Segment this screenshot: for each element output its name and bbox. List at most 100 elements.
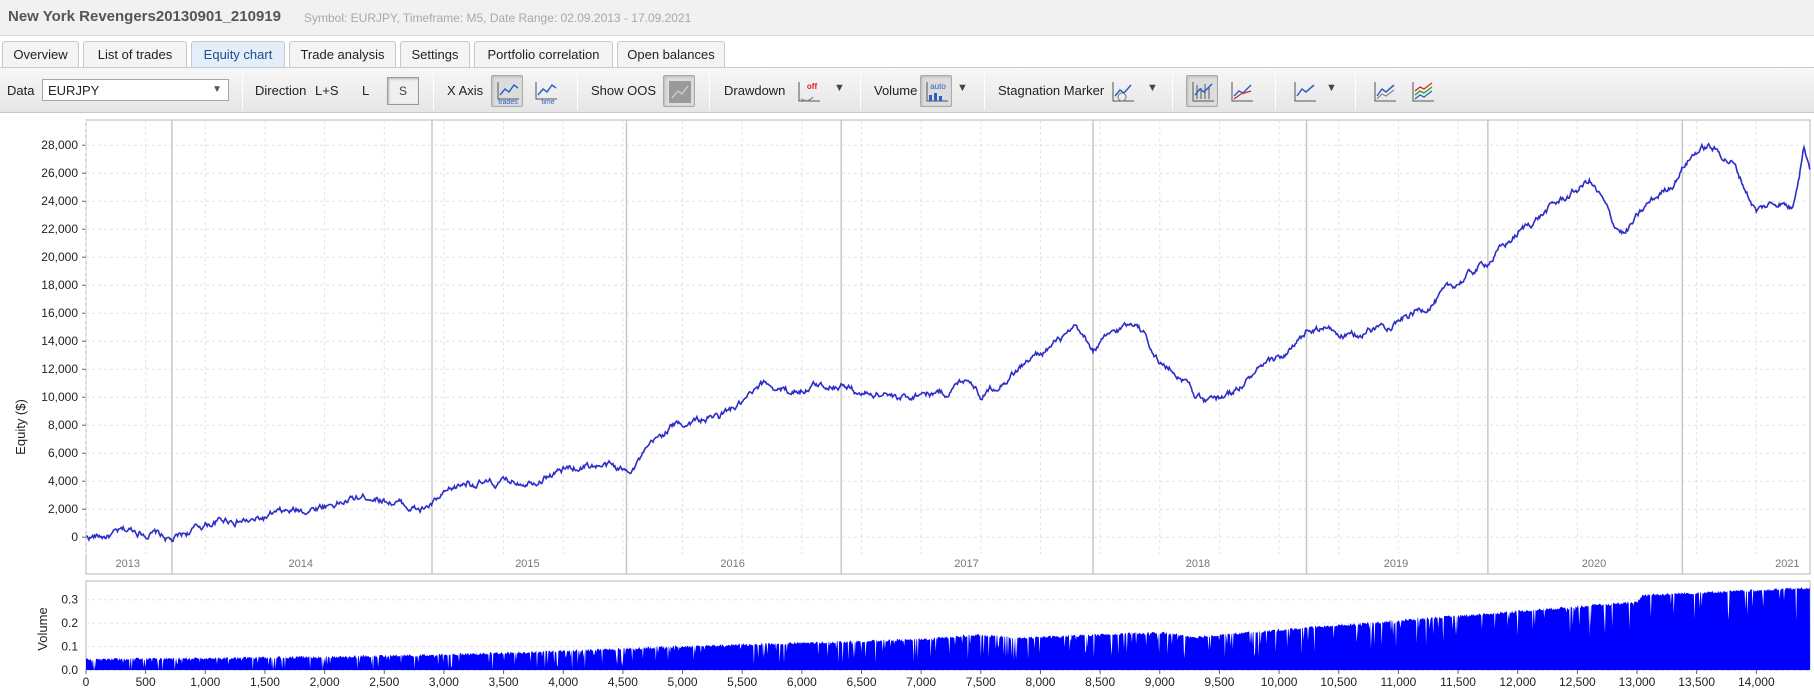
tab-settings[interactable]: Settings bbox=[400, 41, 470, 67]
x-tick-label: 7,000 bbox=[906, 675, 936, 689]
drawdown-label: Drawdown bbox=[724, 83, 786, 98]
x-tick-label: 10,500 bbox=[1320, 675, 1357, 689]
direction-long-button[interactable]: L bbox=[362, 83, 369, 98]
data-select[interactable]: EURJPY ▼ bbox=[42, 79, 229, 101]
x-axis-time-button[interactable]: time bbox=[529, 75, 561, 107]
data-select-value: EURJPY bbox=[48, 83, 100, 98]
x-tick-label: 5,000 bbox=[668, 675, 698, 689]
y-tick-label: 22,000 bbox=[41, 222, 78, 236]
toolbar-divider bbox=[1275, 72, 1276, 110]
x-tick-label: 2,000 bbox=[310, 675, 340, 689]
y-tick-label: 4,000 bbox=[48, 474, 78, 488]
year-label: 2013 bbox=[116, 558, 140, 570]
line-chart-icon bbox=[1294, 82, 1316, 102]
chart-style-line-button[interactable] bbox=[1225, 75, 1257, 107]
toolbar-divider bbox=[577, 72, 578, 110]
x-tick-label: 8,000 bbox=[1025, 675, 1055, 689]
x-axis-label: X Axis bbox=[447, 83, 484, 98]
x-tick-label: 9,500 bbox=[1204, 675, 1234, 689]
x-tick-label: 1,500 bbox=[250, 675, 280, 689]
x-tick-label: 8,500 bbox=[1085, 675, 1115, 689]
trades-icon-text: trades bbox=[498, 99, 518, 105]
y-tick-label: 0.1 bbox=[61, 640, 78, 654]
tab-portfolio-correlation[interactable]: Portfolio correlation bbox=[474, 41, 613, 67]
volume-auto-icon: auto bbox=[926, 82, 948, 102]
time-axis-icon: time bbox=[535, 82, 557, 105]
x-tick-label: 4,500 bbox=[608, 675, 638, 689]
tab-label: Open balances bbox=[627, 47, 715, 62]
stagnation-marker-label: Stagnation Marker bbox=[998, 83, 1105, 98]
chart-style-bars-button[interactable] bbox=[1186, 75, 1218, 107]
tab-label: Settings bbox=[411, 47, 459, 62]
drawdown-off-text: off bbox=[807, 82, 818, 91]
x-tick-label: 12,000 bbox=[1499, 675, 1536, 689]
stagnation-icon bbox=[1112, 82, 1134, 102]
y-tick-label: 26,000 bbox=[41, 166, 78, 180]
toolbar-divider bbox=[709, 72, 710, 110]
tab-overview[interactable]: Overview bbox=[2, 41, 79, 67]
equity-chart-svg: Equity ($) 0 2,000 4,000 6,000 8,000 10,000 12… bbox=[13, 119, 1811, 575]
equity-line-icon bbox=[1231, 82, 1253, 102]
year-label: 2016 bbox=[720, 558, 744, 570]
toolbar-divider bbox=[984, 72, 985, 110]
year-label: 2014 bbox=[289, 558, 313, 570]
portfolio-chart-button[interactable] bbox=[1406, 75, 1438, 107]
volume-chart: Volume 0.0 0.1 0.2 0.3 0 500 1,000 1,500 2,000 2,… bbox=[0, 578, 1814, 690]
stagnation-dropdown-arrow[interactable]: ▼ bbox=[1147, 82, 1158, 94]
x-tick-label: 13,500 bbox=[1678, 675, 1715, 689]
year-label: 2019 bbox=[1384, 558, 1408, 570]
stagnation-marker-button[interactable] bbox=[1106, 75, 1138, 107]
tab-label: Portfolio correlation bbox=[487, 47, 600, 62]
drawdown-icon: off bbox=[798, 82, 820, 102]
direction-short-button[interactable]: S bbox=[387, 77, 419, 105]
toolbar-divider bbox=[860, 72, 861, 110]
volume-button[interactable]: auto bbox=[920, 75, 952, 107]
tab-equity-chart[interactable]: Equity chart bbox=[191, 41, 285, 67]
volume-chart-svg: Volume 0.0 0.1 0.2 0.3 0 500 1,000 1,500 2,000 2,… bbox=[35, 580, 1811, 689]
y-tick-label: 12,000 bbox=[41, 362, 78, 376]
tab-open-balances[interactable]: Open balances bbox=[617, 41, 725, 67]
year-label: 2021 bbox=[1775, 558, 1799, 570]
x-tick-label: 2,500 bbox=[369, 675, 399, 689]
y-tick-label: 18,000 bbox=[41, 278, 78, 292]
tab-label: List of trades bbox=[97, 47, 173, 62]
y-tick-label: 0.2 bbox=[61, 616, 78, 630]
x-tick-label: 3,500 bbox=[489, 675, 519, 689]
data-label: Data bbox=[7, 83, 35, 98]
x-tick-label: 0 bbox=[83, 675, 90, 689]
y-tick-label: 20,000 bbox=[41, 250, 78, 264]
title-bar: New York Revengers20130901_210919 Symbol… bbox=[0, 0, 1814, 36]
y-tick-label: 2,000 bbox=[48, 502, 78, 516]
y-tick-label: 0.3 bbox=[61, 593, 78, 607]
drawdown-dropdown-arrow[interactable]: ▼ bbox=[834, 82, 845, 94]
chart-view-button[interactable] bbox=[1288, 75, 1320, 107]
x-tick-label: 6,500 bbox=[846, 675, 876, 689]
time-icon-text: time bbox=[541, 99, 554, 105]
tab-trade-analysis[interactable]: Trade analysis bbox=[289, 41, 396, 67]
toolbar-divider bbox=[1355, 72, 1356, 110]
direction-long-short-button[interactable]: L+S bbox=[315, 83, 339, 98]
x-tick-label: 500 bbox=[136, 675, 156, 689]
year-label: 2018 bbox=[1186, 558, 1210, 570]
x-axis-trades-button[interactable]: trades bbox=[491, 75, 523, 107]
toolbar-divider bbox=[242, 72, 243, 110]
y-tick-label: 8,000 bbox=[48, 418, 78, 432]
toolbar-divider bbox=[433, 72, 434, 110]
chart-toolbar: Data EURJPY ▼ Direction L+S L S X Axis t… bbox=[0, 67, 1814, 113]
volume-dropdown-arrow[interactable]: ▼ bbox=[957, 82, 968, 94]
equity-bars-icon bbox=[1192, 82, 1214, 102]
chart-view-dropdown-arrow[interactable]: ▼ bbox=[1326, 82, 1337, 94]
x-tick-label: 13,000 bbox=[1619, 675, 1656, 689]
direction-short-label: S bbox=[398, 84, 407, 98]
multi-line-icon bbox=[1374, 82, 1396, 102]
drawdown-button[interactable]: off bbox=[792, 75, 824, 107]
y-tick-label: 14,000 bbox=[41, 334, 78, 348]
show-oos-toggle[interactable] bbox=[663, 75, 695, 107]
x-tick-label: 5,500 bbox=[727, 675, 757, 689]
tab-list-of-trades[interactable]: List of trades bbox=[83, 41, 187, 67]
compare-chart-button[interactable] bbox=[1368, 75, 1400, 107]
x-tick-label: 10,000 bbox=[1261, 675, 1298, 689]
x-tick-label: 4,000 bbox=[548, 675, 578, 689]
oos-chart-icon bbox=[669, 81, 691, 103]
y-tick-label: 10,000 bbox=[41, 390, 78, 404]
